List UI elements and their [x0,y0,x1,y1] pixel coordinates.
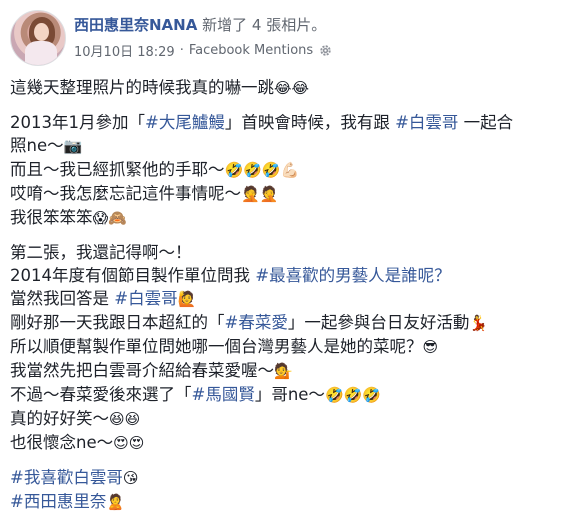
emoji: 😆😆 [109,410,141,428]
post-text: 」哥ne～ [254,385,325,404]
hashtag-link[interactable]: #白雲哥 [395,113,458,132]
post-text: 2014年度有個節目製作單位問我 [10,266,256,285]
hashtag-link[interactable]: #西田惠里奈 [10,492,106,511]
post-text: 而且～我已經抓緊他的手耶～ [10,160,225,179]
emoji: 🤣🤣🤣💪🏻 [224,161,300,179]
post-line: 第二張，我還記得啊～！ [10,241,575,264]
emoji: 😘 [122,469,139,487]
post-paragraph: 第二張，我還記得啊～！ 2014年度有個節目製作單位問我 #最喜歡的男藝人是誰呢？… [10,241,575,455]
hashtag-link[interactable]: #馬國賢 [192,385,255,404]
post-line: 我當然先把白雲哥介紹給春菜愛喔～💁 [10,359,575,383]
post-title-line: 西田惠里奈NANA 新增了 4 張相片。 [74,14,326,35]
post-text: 照ne～ [10,136,64,155]
emoji: 😂😂 [274,79,310,97]
page-name-link[interactable]: 西田惠里奈NANA [74,16,197,34]
post-line: 這幾天整理照片的時候我真的嚇一跳😂😂 [10,76,575,100]
emoji: 🤦🤦 [241,185,279,203]
gear-icon[interactable] [319,44,332,57]
post-line: #我喜歡白雲哥😘 [10,466,575,490]
hashtag-link[interactable]: #大尾鱸鰻 [145,113,225,132]
post-line: #西田惠里奈🙎 [10,490,575,514]
post-text: 一起合 [458,113,514,132]
post-paragraph: 這幾天整理照片的時候我真的嚇一跳😂😂 [10,76,575,100]
post-body: 這幾天整理照片的時候我真的嚇一跳😂😂 2013年1月參加「#大尾鱸鰻」首映會時候，… [10,76,575,525]
hashtag-link[interactable]: #最喜歡的男藝人是誰呢？ [255,266,450,285]
avatar-face [34,23,49,41]
post-text: 第二張，我還記得啊～！ [10,243,192,262]
emoji: 😎 [422,338,439,356]
post-line: 我很笨笨笨😱🙈 [10,206,575,230]
post-action-text: 新增了 4 張相片。 [202,16,327,34]
post-text: 剛好那一天我跟日本超紅的「 [10,313,225,332]
post-line: 而且～我已經抓緊他的手耶～🤣🤣🤣💪🏻 [10,158,575,182]
post-paragraph: 2013年1月參加「#大尾鱸鰻」首映會時候，我有跟 #白雲哥 一起合 照ne～📷 而… [10,111,575,230]
post-text: 不過～春菜愛後來選了「 [10,385,192,404]
post-line: 真的好好笑～😆😆 [10,407,575,431]
hashtag-link[interactable]: #我喜歡白雲哥 [10,468,123,487]
post-line: 2013年1月參加「#大尾鱸鰻」首映會時候，我有跟 #白雲哥 一起合 [10,111,575,134]
post-line: 哎唷～我怎麼忘記這件事情呢～🤦🤦 [10,182,575,206]
post-line: 剛好那一天我跟日本超紅的「#春菜愛」一起參與台日友好活動💃 [10,311,575,335]
meta-separator: · [179,43,184,58]
avatar-dress [25,41,57,65]
emoji: 🙋 [177,290,197,308]
facebook-post: 西田惠里奈NANA 新增了 4 張相片。 10月10日 18:29 · Face… [0,0,587,530]
post-text: 哎唷～我怎麼忘記這件事情呢～ [10,184,241,203]
post-text: 我當然先把白雲哥介紹給春菜愛喔～ [10,361,274,380]
post-header: 西田惠里奈NANA 新增了 4 張相片。 10月10日 18:29 · Face… [10,10,570,66]
emoji: 😍😍 [113,434,145,452]
hashtag-link[interactable]: #春菜愛 [225,313,288,332]
post-text: 」首映會時候，我有跟 [224,113,396,132]
hashtag-link[interactable]: #白雲哥 [114,289,177,308]
emoji: 📷 [63,137,83,155]
emoji: 🙎 [106,493,126,511]
emoji: 💁 [274,362,293,380]
post-text: 2013年1月參加「 [10,113,145,132]
post-line: 所以順便幫製作單位問她哪一個台灣男藝人是她的菜呢？😎 [10,335,575,359]
emoji: 😱🙈 [92,209,127,227]
post-line: 不過～春菜愛後來選了「#馬國賢」哥ne～🤣🤣🤣 [10,383,575,407]
post-line: 2014年度有個節目製作單位問我 #最喜歡的男藝人是誰呢？ [10,264,575,287]
post-text: 也很懷念ne～ [10,433,114,452]
post-meta: 10月10日 18:29 · Facebook Mentions [74,41,332,60]
post-text: 」一起參與台日友好活動 [287,313,470,332]
avatar[interactable] [10,10,66,66]
post-line: 也很懷念ne～😍😍 [10,431,575,455]
post-text: 真的好好笑～ [10,409,109,428]
post-paragraph: #我喜歡白雲哥😘 #西田惠里奈🙎 [10,466,575,514]
post-line: 當然我回答是 #白雲哥🙋 [10,287,575,311]
post-timestamp[interactable]: 10月10日 18:29 [74,41,175,60]
post-text: 所以順便幫製作單位問她哪一個台灣男藝人是她的菜呢？ [10,337,423,356]
post-line: 照ne～📷 [10,134,575,158]
post-text: 當然我回答是 [10,289,115,308]
post-text: 我很笨笨笨 [10,208,93,227]
emoji: 💃 [469,314,489,332]
emoji: 🤣🤣🤣 [324,386,381,404]
source-app-link[interactable]: Facebook Mentions [189,43,313,58]
post-text: 這幾天整理照片的時候我真的嚇一跳 [10,78,274,97]
